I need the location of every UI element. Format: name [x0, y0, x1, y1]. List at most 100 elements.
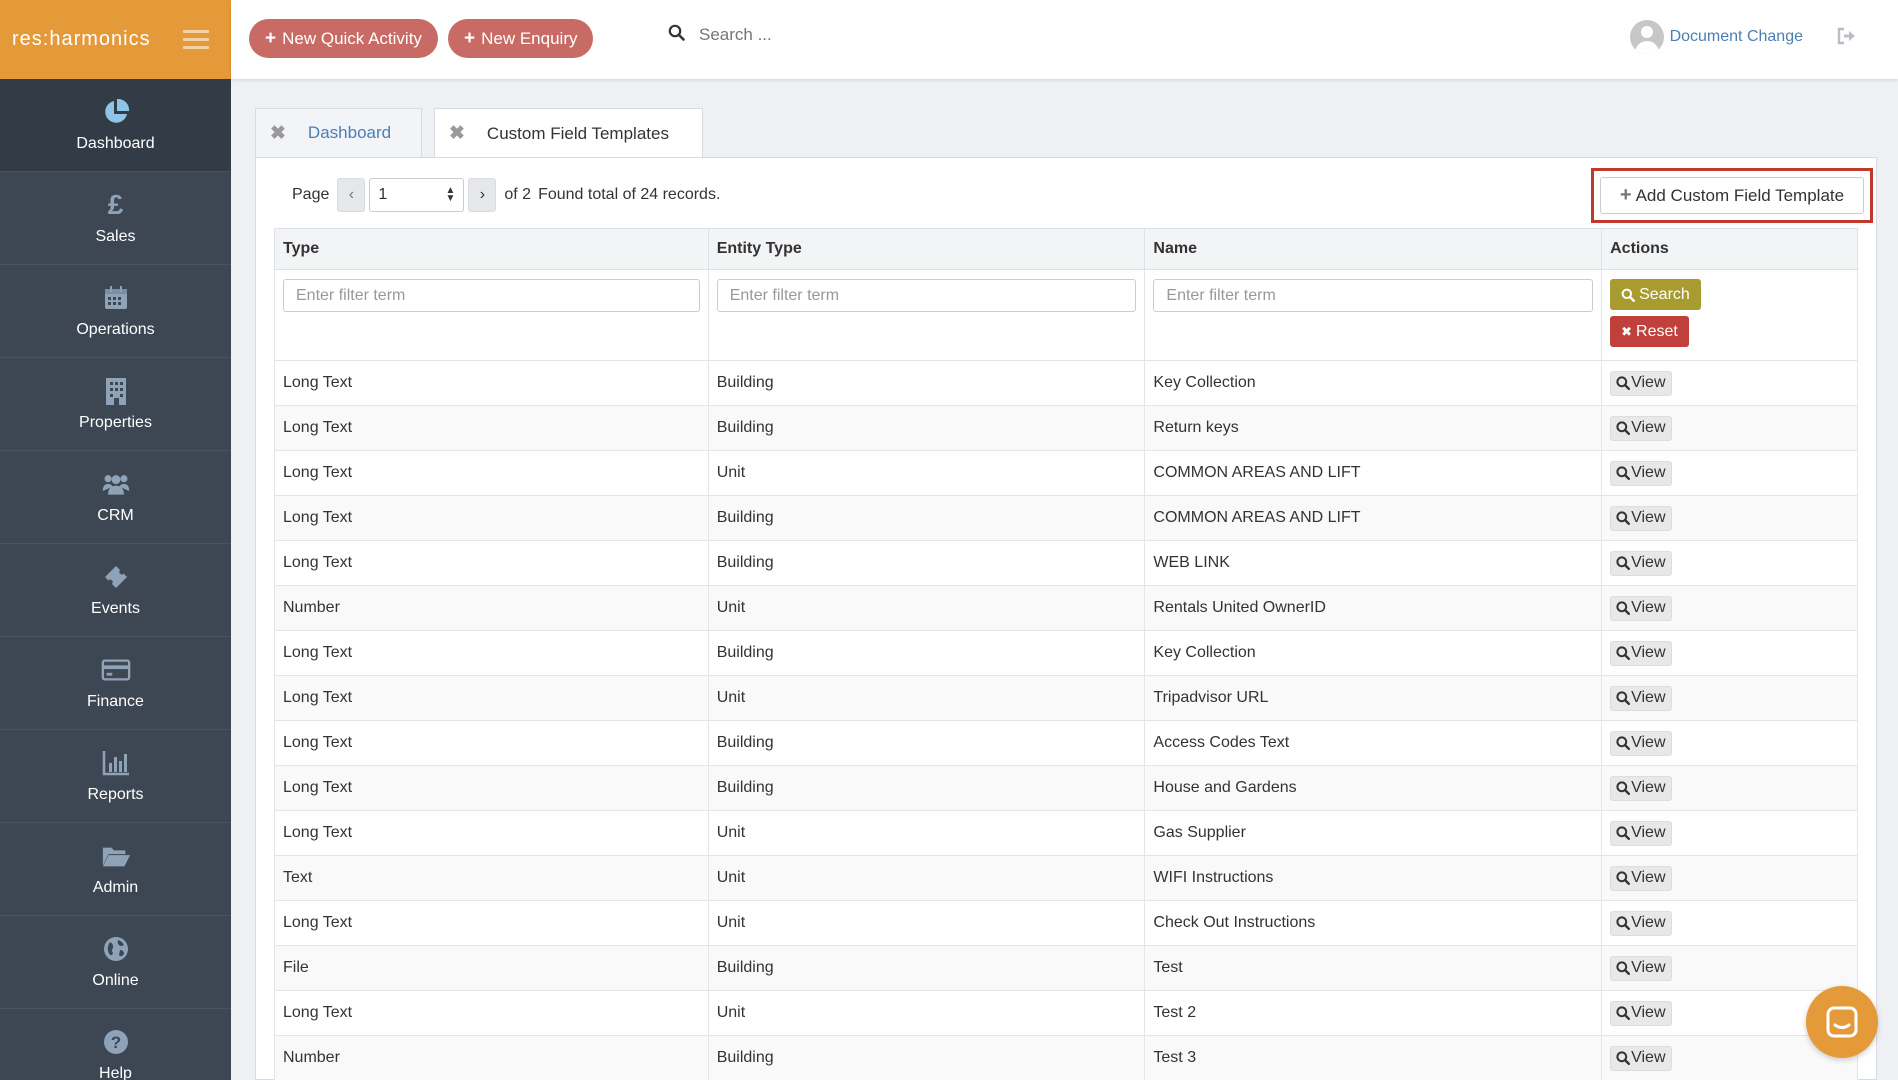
- tab-custom-field-templates[interactable]: ✖ Custom Field Templates: [434, 108, 703, 158]
- filter-cell: [1144, 269, 1603, 361]
- column-header-type[interactable]: Type: [274, 228, 709, 270]
- sidebar-item-online[interactable]: Online: [0, 916, 231, 1009]
- view-button-label: View: [1631, 779, 1666, 796]
- view-button-label: View: [1631, 959, 1666, 976]
- sidebar-item-sales[interactable]: £ Sales: [0, 172, 231, 265]
- sidebar-item-admin[interactable]: Admin: [0, 823, 231, 916]
- add-button-label: Add Custom Field Template: [1635, 185, 1845, 205]
- prev-page-button[interactable]: ‹: [337, 178, 366, 212]
- sidebar-item-reports[interactable]: Reports: [0, 730, 231, 823]
- sidebar-item-label: Reports: [87, 786, 144, 803]
- cell-actions: View: [1601, 450, 1858, 496]
- search-icon: [1616, 1006, 1631, 1020]
- user-menu[interactable]: Document Change: [1629, 20, 1803, 54]
- sidebar-item-finance[interactable]: Finance: [0, 637, 231, 730]
- table-row: Long Text Building Return keys View: [274, 405, 1858, 451]
- view-button[interactable]: View: [1610, 865, 1672, 891]
- menu-toggle-icon[interactable]: [183, 30, 209, 49]
- cell-actions: View: [1601, 495, 1858, 541]
- global-search-input[interactable]: [699, 25, 919, 45]
- next-page-button[interactable]: ›: [468, 178, 497, 212]
- search-icon: [1616, 376, 1631, 390]
- view-button[interactable]: View: [1610, 775, 1672, 801]
- view-button[interactable]: View: [1610, 955, 1672, 981]
- table-row: File Building Test View: [274, 945, 1858, 991]
- calendar-icon: [101, 283, 131, 313]
- logout-icon[interactable]: [1836, 26, 1858, 51]
- sidebar-item-help[interactable]: ? Help: [0, 1009, 231, 1080]
- view-button[interactable]: View: [1610, 595, 1672, 621]
- view-button-label: View: [1631, 1004, 1666, 1021]
- table-row: Long Text Unit Check Out Instructions View: [274, 900, 1858, 946]
- search-icon: [1616, 511, 1631, 525]
- view-button-label: View: [1631, 644, 1666, 661]
- pie-chart-icon: [101, 97, 131, 127]
- cell-actions: View: [1601, 810, 1858, 856]
- new-quick-activity-label: New Quick Activity: [282, 28, 422, 48]
- view-button-label: View: [1631, 509, 1666, 526]
- table-row: Long Text Building COMMON AREAS AND LIFT Vi…: [274, 495, 1858, 541]
- cell-name: Test 2: [1144, 990, 1603, 1036]
- reset-button[interactable]: ✖ Reset: [1610, 316, 1689, 347]
- cell-entity-type: Unit: [707, 990, 1146, 1036]
- tab-dashboard[interactable]: ✖ Dashboard: [255, 108, 422, 157]
- table-row: Long Text Unit COMMON AREAS AND LIFT View: [274, 450, 1858, 496]
- cell-name: Test: [1144, 945, 1603, 991]
- view-button[interactable]: View: [1610, 1045, 1672, 1071]
- cell-entity-type: Unit: [707, 855, 1146, 901]
- cell-actions: View: [1601, 405, 1858, 451]
- sidebar-item-properties[interactable]: Properties: [0, 358, 231, 451]
- entity-type-filter-input[interactable]: [716, 279, 1137, 312]
- view-button[interactable]: View: [1610, 820, 1672, 846]
- view-button[interactable]: View: [1610, 730, 1672, 756]
- view-button[interactable]: View: [1610, 1000, 1672, 1026]
- brand-logo[interactable]: res:harmonics: [12, 28, 151, 51]
- view-button[interactable]: View: [1610, 370, 1672, 396]
- sidebar-item-label: CRM: [97, 507, 134, 524]
- close-tab-icon[interactable]: ✖: [449, 122, 465, 145]
- cell-entity-type: Building: [707, 630, 1146, 676]
- page-select[interactable]: 1 ▲ ▼: [369, 178, 465, 212]
- search-button[interactable]: Search: [1610, 279, 1701, 310]
- type-filter-input[interactable]: [283, 279, 700, 312]
- sidebar-nav: Dashboard £ Sales Operations Properties CRM Ev…: [0, 79, 231, 1080]
- question-icon: ?: [101, 1027, 131, 1057]
- bar-chart-icon: [101, 748, 131, 778]
- table-row: Long Text Building Key Collection View: [274, 360, 1858, 406]
- search-icon: [1616, 736, 1631, 750]
- sidebar-item-crm[interactable]: CRM: [0, 451, 231, 544]
- chat-support-button[interactable]: [1806, 986, 1878, 1058]
- view-button[interactable]: View: [1610, 640, 1672, 666]
- pound-icon: £: [107, 189, 124, 220]
- cell-type: Long Text: [274, 810, 709, 856]
- new-enquiry-button[interactable]: + New Enquiry: [448, 19, 594, 58]
- close-icon: ✖: [1621, 323, 1633, 339]
- search-icon: [1616, 1051, 1631, 1065]
- view-button[interactable]: View: [1610, 460, 1672, 486]
- view-button[interactable]: View: [1610, 505, 1672, 531]
- column-header-name[interactable]: Name: [1144, 228, 1603, 270]
- search-icon: [1616, 601, 1631, 615]
- table-row: Long Text Unit Tripadvisor URL View: [274, 675, 1858, 721]
- cell-type: Long Text: [274, 540, 709, 586]
- view-button[interactable]: View: [1610, 550, 1672, 576]
- cell-name: Key Collection: [1144, 360, 1603, 406]
- view-button[interactable]: View: [1610, 910, 1672, 936]
- cell-type: Number: [274, 585, 709, 631]
- filter-cell: [707, 269, 1146, 361]
- search-button-label: Search: [1639, 285, 1690, 303]
- new-quick-activity-button[interactable]: + New Quick Activity: [249, 19, 438, 58]
- view-button[interactable]: View: [1610, 685, 1672, 711]
- cell-entity-type: Building: [707, 720, 1146, 766]
- column-header-entity-type[interactable]: Entity Type: [707, 228, 1146, 270]
- view-button[interactable]: View: [1610, 415, 1672, 441]
- close-tab-icon[interactable]: ✖: [270, 122, 286, 145]
- sidebar-item-events[interactable]: Events: [0, 544, 231, 637]
- cell-type: Number: [274, 1035, 709, 1080]
- name-filter-input[interactable]: [1153, 279, 1594, 312]
- sidebar-item-dashboard[interactable]: Dashboard: [0, 79, 231, 172]
- add-custom-field-template-button[interactable]: + Add Custom Field Template: [1600, 177, 1864, 214]
- sidebar-item-operations[interactable]: Operations: [0, 265, 231, 358]
- building-icon: [101, 376, 131, 406]
- cell-type: Long Text: [274, 900, 709, 946]
